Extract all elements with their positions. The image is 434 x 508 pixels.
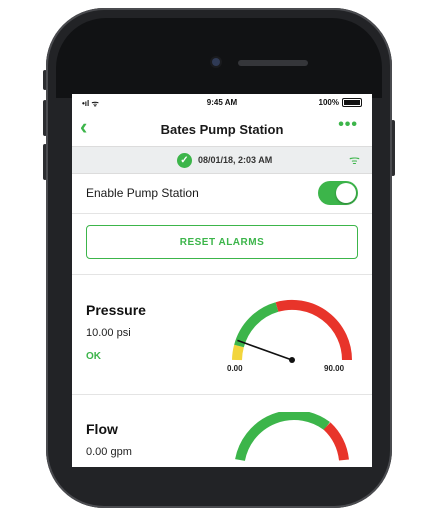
divider: [72, 394, 372, 395]
gauge-arc-red: [275, 299, 353, 361]
page-title: Bates Pump Station: [160, 122, 284, 137]
battery-indicator: 100%: [319, 98, 362, 107]
battery-percent: 100%: [318, 98, 339, 107]
enable-row: Enable Pump Station: [72, 173, 372, 214]
metric-value: 0.00 gpm: [86, 446, 132, 458]
metric-name: Flow: [86, 421, 118, 437]
gauge-max-label: 90.00: [324, 364, 345, 373]
wifi-icon: ᯤ: [349, 153, 360, 167]
status-bar: •ıl ᯤ 9:45 AM 100%: [72, 94, 372, 110]
metric-value: 10.00 psi: [86, 327, 131, 339]
metric-name: Pressure: [86, 302, 146, 318]
last-update-timestamp: 08/01/18, 2:03 AM: [198, 155, 273, 165]
nav-bar: ‹ Bates Pump Station •••: [72, 112, 372, 146]
last-update-bar: ✓ 08/01/18, 2:03 AM ᯤ: [72, 146, 372, 174]
front-camera: [212, 58, 220, 66]
gauge-arc-red: [323, 422, 349, 461]
divider: [72, 274, 372, 275]
check-circle-icon: ✓: [177, 153, 192, 168]
gauge-arc-green: [235, 412, 330, 462]
reset-alarms-button[interactable]: RESET ALARMS: [86, 225, 358, 259]
gauge-arc-yellow: [232, 344, 244, 361]
battery-icon: [342, 98, 362, 107]
flow-gauge: [235, 412, 349, 462]
earpiece-speaker: [238, 60, 308, 66]
enable-label: Enable Pump Station: [86, 186, 199, 200]
toggle-knob: [336, 183, 356, 203]
gauge-arc-green: [234, 302, 279, 348]
gauge-needle: [237, 339, 293, 361]
enable-toggle[interactable]: [318, 181, 358, 205]
app-screen: •ıl ᯤ 9:45 AM 100% ‹ Bates Pump Station …: [72, 94, 372, 467]
gauge-min-label: 0.00: [227, 364, 243, 373]
gauge-pivot: [289, 357, 295, 363]
more-options-icon[interactable]: •••: [338, 116, 358, 134]
phone-top-bezel: [56, 18, 382, 98]
metric-status: OK: [86, 351, 101, 362]
